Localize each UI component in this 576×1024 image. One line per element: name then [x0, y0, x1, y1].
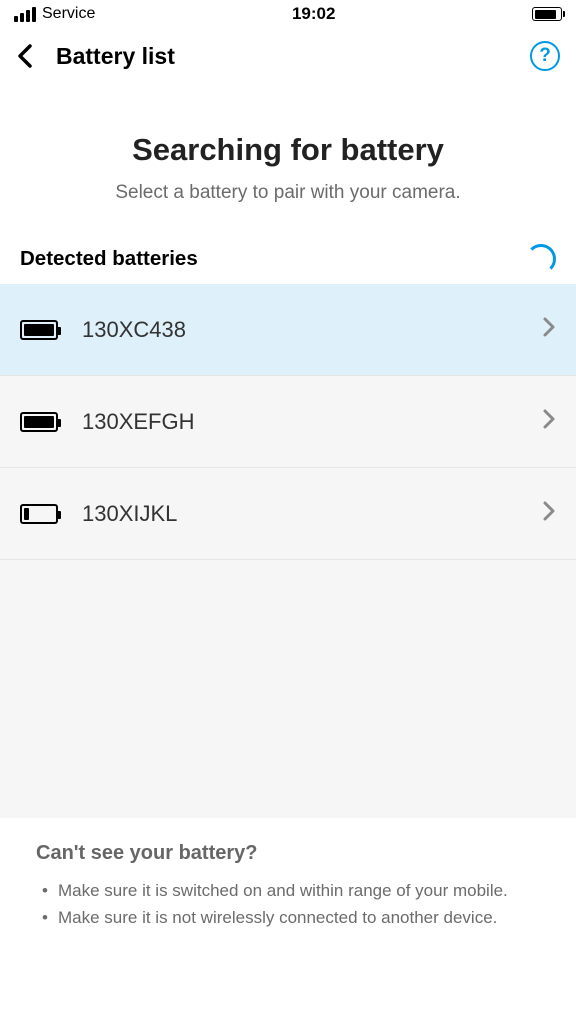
- chevron-right-icon: [542, 408, 556, 435]
- help-footer: Can't see your battery? Make sure it is …: [0, 818, 576, 952]
- battery-id-label: 130XEFGH: [82, 409, 518, 435]
- battery-status-icon: [532, 7, 562, 21]
- battery-item[interactable]: 130XIJKL: [0, 468, 576, 560]
- header-title: Battery list: [56, 43, 175, 70]
- hero: Searching for battery Select a battery t…: [0, 84, 576, 234]
- carrier-label: Service: [42, 5, 95, 23]
- detected-section-title: Detected batteries: [20, 247, 198, 271]
- hero-title: Searching for battery: [20, 132, 556, 168]
- battery-item[interactable]: 130XC438: [0, 284, 576, 376]
- signal-icon: [14, 7, 36, 22]
- chevron-right-icon: [542, 316, 556, 343]
- detected-section-header: Detected batteries: [0, 234, 576, 284]
- chevron-left-icon: [16, 42, 34, 70]
- loading-spinner-icon: [526, 244, 556, 274]
- help-icon: ?: [539, 45, 551, 67]
- status-left: Service: [14, 5, 95, 23]
- battery-id-label: 130XC438: [82, 317, 518, 343]
- battery-id-label: 130XIJKL: [82, 501, 518, 527]
- status-time: 19:02: [292, 4, 335, 24]
- empty-space: [0, 560, 576, 818]
- footer-tip: Make sure it is not wirelessly connected…: [58, 906, 540, 931]
- chevron-right-icon: [542, 500, 556, 527]
- footer-tips: Make sure it is switched on and within r…: [36, 879, 540, 930]
- footer-tip: Make sure it is switched on and within r…: [58, 879, 540, 904]
- battery-icon: [20, 504, 58, 524]
- battery-icon: [20, 412, 58, 432]
- battery-list: 130XC438 130XEFGH 130XIJKL: [0, 284, 576, 560]
- battery-icon: [20, 320, 58, 340]
- back-button[interactable]: [16, 42, 34, 70]
- battery-item[interactable]: 130XEFGH: [0, 376, 576, 468]
- footer-title: Can't see your battery?: [36, 842, 540, 865]
- help-button[interactable]: ?: [530, 41, 560, 71]
- status-bar: Service 19:02: [0, 0, 576, 28]
- app-header: Battery list ?: [0, 28, 576, 84]
- hero-subtitle: Select a battery to pair with your camer…: [20, 182, 556, 204]
